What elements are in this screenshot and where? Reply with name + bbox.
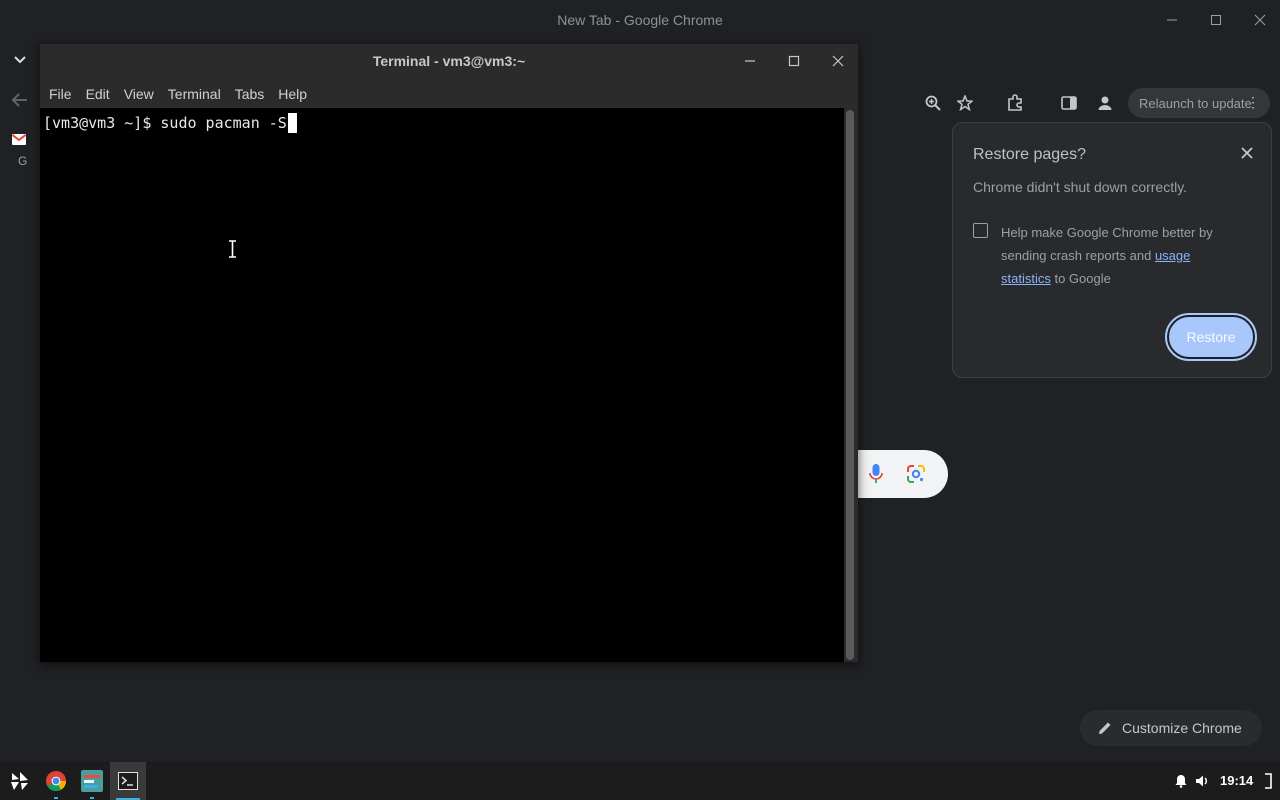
google-lens-icon [907, 465, 925, 483]
notifications-button[interactable] [1174, 772, 1188, 790]
chrome-icon [46, 771, 67, 792]
speaker-icon [1196, 775, 1207, 787]
command-line: [vm3@vm3 ~]$ sudo pacman -S [43, 113, 297, 133]
profile-button[interactable] [1094, 92, 1116, 114]
crash-report-checkbox[interactable] [973, 223, 988, 238]
volume-button[interactable] [1194, 772, 1210, 790]
close-icon [1254, 14, 1266, 26]
terminal-icon [118, 772, 138, 790]
back-button[interactable] [10, 92, 34, 112]
terminal-window: Terminal - vm3@vm3:~ File Edit View Term… [40, 44, 858, 662]
system-settings-icon [81, 770, 103, 792]
tab-search-button[interactable] [8, 48, 32, 72]
terminal-maximize-button[interactable] [782, 50, 806, 72]
bookmark-star-button[interactable] [954, 92, 976, 114]
taskbar: 19:14 [0, 762, 1280, 800]
show-desktop-button[interactable] [1262, 772, 1274, 790]
shell-prompt: [vm3@vm3 ~]$ [43, 114, 161, 132]
puzzle-icon [1008, 94, 1022, 111]
gmail-icon [11, 134, 27, 145]
customize-chrome-button[interactable]: Customize Chrome [1080, 710, 1262, 746]
dialog-subtitle: Chrome didn't shut down correctly. [973, 179, 1188, 195]
chrome-maximize-button[interactable] [1194, 0, 1238, 40]
terminal-minimize-button[interactable] [738, 50, 762, 72]
pencil-icon [1099, 722, 1111, 734]
customize-label: Customize Chrome [1122, 720, 1242, 736]
chrome-window-title: New Tab - Google Chrome [557, 12, 723, 28]
minimize-icon [745, 60, 755, 62]
running-indicator [90, 797, 94, 799]
bell-icon [1175, 775, 1187, 788]
terminal-scrollbar[interactable] [846, 110, 854, 660]
menu-tabs[interactable]: Tabs [235, 86, 265, 102]
taskbar-chrome[interactable] [38, 762, 74, 800]
clock[interactable]: 19:14 [1220, 773, 1253, 788]
chevron-down-icon [14, 56, 26, 64]
relaunch-label: Relaunch to update [1139, 95, 1252, 111]
terminal-titlebar[interactable]: Terminal - vm3@vm3:~ [40, 44, 858, 78]
app-launcher-button[interactable] [1, 762, 37, 800]
microphone-icon [869, 464, 883, 483]
side-panel-icon [1061, 96, 1077, 110]
extensions-button[interactable] [1004, 92, 1026, 114]
zoom-button[interactable] [922, 92, 944, 114]
close-icon [1241, 147, 1253, 159]
restore-pages-dialog: Restore pages? Chrome didn't shut down c… [952, 122, 1272, 378]
desktop-icon [1265, 773, 1272, 789]
dialog-title: Restore pages? [973, 146, 1086, 163]
ibeam-icon [229, 240, 236, 258]
restore-button[interactable]: Restore [1165, 313, 1257, 361]
menu-terminal[interactable]: Terminal [168, 86, 221, 102]
star-icon [957, 95, 973, 111]
maximize-icon [1211, 15, 1221, 25]
menu-file[interactable]: File [49, 86, 72, 102]
lens-search-button[interactable] [906, 464, 926, 489]
chrome-titlebar: New Tab - Google Chrome [0, 0, 1280, 40]
person-icon [1098, 96, 1112, 110]
search-box[interactable] [858, 450, 948, 498]
terminal-menubar: File Edit View Terminal Tabs Help [40, 80, 858, 108]
voice-search-button[interactable] [869, 464, 883, 489]
arrow-left-icon [11, 93, 27, 107]
chrome-minimize-button[interactable] [1150, 0, 1194, 40]
typed-command: sudo pacman -S [160, 114, 287, 132]
zoom-icon [925, 95, 941, 111]
close-icon [832, 55, 844, 67]
crash-report-label-end: to Google [1050, 271, 1111, 286]
maximize-icon [788, 55, 800, 67]
taskbar-system-settings[interactable] [74, 762, 110, 800]
side-panel-button[interactable] [1058, 92, 1080, 114]
minimize-icon [1167, 19, 1177, 21]
menu-view[interactable]: View [124, 86, 154, 102]
app-launcher-icon [11, 772, 28, 790]
bookmark-label: G [18, 154, 28, 168]
text-cursor [287, 113, 297, 133]
dialog-close-button[interactable] [1237, 143, 1257, 163]
terminal-title: Terminal - vm3@vm3:~ [372, 53, 526, 69]
menu-edit[interactable]: Edit [86, 86, 110, 102]
crash-report-text: Help make Google Chrome better by sendin… [1001, 221, 1241, 290]
bookmark-gmail[interactable]: G [11, 134, 42, 168]
chrome-close-button[interactable] [1238, 0, 1280, 40]
more-vert-icon: ⋮ [1246, 94, 1260, 110]
relaunch-to-update-button[interactable]: Relaunch to update ⋮ [1128, 88, 1270, 118]
menu-help[interactable]: Help [278, 86, 307, 102]
running-indicator [54, 797, 58, 799]
terminal-close-button[interactable] [826, 50, 850, 72]
terminal-output[interactable]: [vm3@vm3 ~]$ sudo pacman -S [40, 108, 844, 662]
mouse-ibeam-cursor [228, 240, 237, 258]
taskbar-terminal[interactable] [110, 762, 146, 800]
